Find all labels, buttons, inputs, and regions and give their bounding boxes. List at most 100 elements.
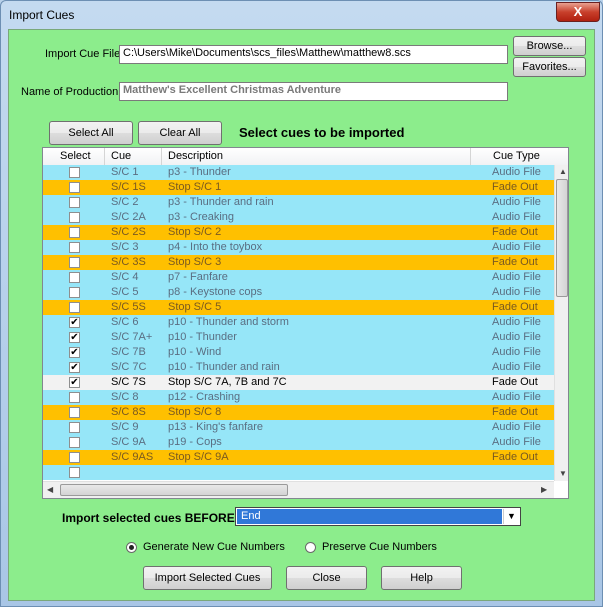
row-select-checkbox[interactable] [69,242,80,253]
row-description: Stop S/C 3 [168,256,222,268]
row-select-checkbox[interactable] [69,392,80,403]
scroll-right-icon[interactable]: ▶ [541,485,547,494]
import-selected-cues-button[interactable]: Import Selected Cues [143,566,272,590]
table-row[interactable]: S/C 3S Stop S/C 3 Fade Out [43,255,554,270]
row-select-checkbox[interactable] [69,437,80,448]
table-row[interactable]: ✔ S/C 7C p10 - Thunder and rain Audio File [43,360,554,375]
row-select-checkbox[interactable] [69,257,80,268]
import-before-dropdown[interactable]: End ▼ [235,507,521,526]
scroll-up-icon[interactable]: ▲ [559,167,567,176]
table-row[interactable]: ✔ S/C 7S Stop S/C 7A, 7B and 7C Fade Out [43,375,554,390]
table-row[interactable]: S/C 1 p3 - Thunder Audio File [43,165,554,180]
row-description: p19 - Cops [168,436,222,448]
row-cue-type: Audio File [492,211,541,223]
row-cue-type: Audio File [492,346,541,358]
scroll-left-icon[interactable]: ◀ [47,485,53,494]
row-cue: S/C 7C [111,361,147,373]
table-row[interactable]: S/C 5S Stop S/C 5 Fade Out [43,300,554,315]
row-cue-type: Fade Out [492,256,538,268]
preserve-numbers-label[interactable]: Preserve Cue Numbers [322,541,437,553]
row-select-checkbox[interactable] [69,272,80,283]
table-row[interactable] [43,465,554,480]
dropdown-arrow-icon[interactable]: ▼ [503,509,519,524]
row-select-checkbox[interactable] [69,182,80,193]
import-cues-window: Import Cues X Import Cue File C:\Users\M… [0,0,603,607]
select-all-button[interactable]: Select All [49,121,133,145]
table-row[interactable]: S/C 1S Stop S/C 1 Fade Out [43,180,554,195]
horizontal-scroll-thumb[interactable] [60,484,288,496]
row-select-checkbox[interactable] [69,407,80,418]
import-file-field[interactable]: C:\Users\Mike\Documents\scs_files\Matthe… [119,45,508,64]
vertical-scroll-thumb[interactable] [556,179,568,297]
row-description: p3 - Thunder and rain [168,196,274,208]
title-bar[interactable]: Import Cues X [1,1,602,29]
column-header-description[interactable]: Description [162,148,471,165]
row-select-checkbox[interactable] [69,467,80,478]
select-cues-heading: Select cues to be imported [239,125,405,140]
table-row[interactable]: ✔ S/C 7B p10 - Wind Audio File [43,345,554,360]
close-button[interactable]: Close [286,566,367,590]
clear-all-button[interactable]: Clear All [138,121,222,145]
table-row[interactable]: ✔ S/C 6 p10 - Thunder and storm Audio File [43,315,554,330]
row-select-checkbox[interactable]: ✔ [69,362,80,373]
table-row[interactable]: S/C 8S Stop S/C 8 Fade Out [43,405,554,420]
column-header-cue[interactable]: Cue [105,148,162,165]
row-cue: S/C 2S [111,226,146,238]
table-row[interactable]: S/C 2 p3 - Thunder and rain Audio File [43,195,554,210]
production-name-field[interactable]: Matthew's Excellent Christmas Adventure [119,82,508,101]
preserve-numbers-radio[interactable] [305,542,316,553]
row-cue: S/C 4 [111,271,139,283]
row-cue-type [492,465,552,480]
row-cue-type: Audio File [492,166,541,178]
vertical-scrollbar[interactable]: ▲ ▼ [554,165,568,481]
scroll-down-icon[interactable]: ▼ [559,469,567,478]
row-cue: S/C 6 [111,316,139,328]
row-description: Stop S/C 9A [168,451,229,463]
import-file-label: Import Cue File [45,48,121,60]
row-select-checkbox[interactable] [69,167,80,178]
row-select-checkbox[interactable]: ✔ [69,332,80,343]
table-row[interactable]: S/C 2A p3 - Creaking Audio File [43,210,554,225]
table-row[interactable]: S/C 5 p8 - Keystone cops Audio File [43,285,554,300]
horizontal-scrollbar[interactable]: ◀ ▶ [43,481,554,498]
row-cue-type: Audio File [492,391,541,403]
table-row[interactable]: S/C 9 p13 - King's fanfare Audio File [43,420,554,435]
close-window-button[interactable]: X [556,2,600,22]
table-row[interactable]: S/C 8 p12 - Crashing Audio File [43,390,554,405]
row-select-checkbox[interactable]: ✔ [69,317,80,328]
browse-button[interactable]: Browse... [513,36,586,56]
help-button[interactable]: Help [381,566,462,590]
table-row[interactable]: S/C 3 p4 - Into the toybox Audio File [43,240,554,255]
table-row[interactable]: ✔ S/C 7A+ p10 - Thunder Audio File [43,330,554,345]
generate-numbers-radio[interactable] [126,542,137,553]
import-before-value: End [237,509,502,524]
favorites-button[interactable]: Favorites... [513,57,586,77]
row-cue-type: Fade Out [492,226,538,238]
row-select-checkbox[interactable] [69,197,80,208]
row-cue: S/C 1 [111,166,139,178]
row-select-checkbox[interactable]: ✔ [69,377,80,388]
row-select-checkbox[interactable] [69,227,80,238]
import-before-label: Import selected cues BEFORE [62,511,235,525]
row-cue-type: Fade Out [492,181,538,193]
generate-numbers-label[interactable]: Generate New Cue Numbers [143,541,285,553]
table-row[interactable]: S/C 2S Stop S/C 2 Fade Out [43,225,554,240]
table-row[interactable]: S/C 9AS Stop S/C 9A Fade Out [43,450,554,465]
row-cue-type: Fade Out [492,301,538,313]
column-header-select[interactable]: Select [43,148,105,165]
window-title: Import Cues [9,8,75,22]
column-header-cue-type[interactable]: Cue Type [471,148,568,165]
row-select-checkbox[interactable] [69,422,80,433]
row-cue: S/C 8S [111,406,146,418]
row-cue: S/C 3 [111,241,139,253]
row-select-checkbox[interactable] [69,212,80,223]
row-select-checkbox[interactable] [69,302,80,313]
table-row[interactable]: S/C 9A p19 - Cops Audio File [43,435,554,450]
row-cue [111,465,161,480]
row-select-checkbox[interactable] [69,452,80,463]
table-row[interactable]: S/C 4 p7 - Fanfare Audio File [43,270,554,285]
dialog-body: Import Cue File C:\Users\Mike\Documents\… [8,29,595,601]
row-description: Stop S/C 8 [168,406,222,418]
row-select-checkbox[interactable]: ✔ [69,347,80,358]
row-select-checkbox[interactable] [69,287,80,298]
